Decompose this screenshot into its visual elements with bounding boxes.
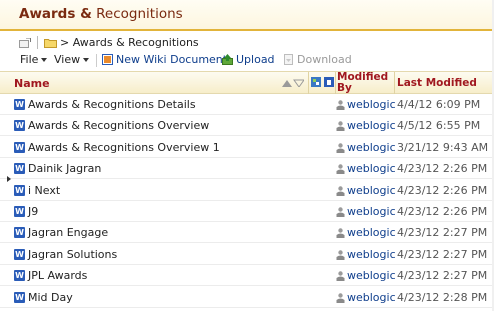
word-document-icon: W [14, 99, 25, 110]
upload-icon [222, 54, 233, 65]
download-button[interactable]: Download [283, 53, 352, 66]
toolbar: File View New Wiki Document Upload Downl… [0, 52, 494, 69]
folder-icon [44, 39, 57, 48]
column-divider [394, 72, 395, 94]
document-name-link[interactable]: Awards & Recognitions Overview [28, 119, 209, 132]
document-name-link[interactable]: Jagran Engage [28, 226, 108, 239]
chevron-down-icon [83, 58, 90, 62]
column-header-modified-by-line2: By [337, 82, 352, 94]
user-icon [336, 185, 345, 196]
breadcrumb-divider [37, 36, 38, 49]
new-wiki-document-label: New Wiki Document [116, 53, 228, 66]
user-icon [336, 292, 345, 303]
user-icon [336, 143, 345, 153]
file-menu[interactable]: File [20, 53, 48, 66]
view-menu-label: View [54, 53, 81, 66]
last-modified-date: 4/23/12 2:26 PM [397, 183, 488, 197]
modified-by-link[interactable]: weblogic [347, 141, 396, 154]
modified-by-link[interactable]: weblogic [347, 119, 396, 132]
upload-button[interactable]: Upload [222, 53, 275, 66]
column-header-name[interactable]: Name [14, 77, 50, 90]
toolbar-divider [96, 54, 97, 67]
table-row[interactable]: W Awards & Recognitions Overview weblogic 4… [0, 115, 494, 137]
table-row[interactable]: W JPL Awards weblogic 4/23/12 2:27 PM [0, 265, 494, 287]
user-icon [336, 250, 345, 260]
last-modified-date: 4/23/12 2:27 PM [397, 226, 488, 240]
table-row[interactable]: Wi Next weblogic 4/23/12 2:26 PM [0, 180, 494, 201]
last-modified-date: 4/23/12 2:26 PM [397, 205, 488, 218]
user-icon [336, 100, 345, 110]
word-document-icon: W [14, 184, 25, 196]
last-modified-date: 4/23/12 2:26 PM [397, 162, 488, 176]
sort-arrows-icon[interactable] [282, 79, 304, 87]
chevron-down-icon [41, 58, 48, 62]
modified-by-link[interactable]: weblogic [347, 248, 396, 261]
word-document-icon: W [14, 120, 25, 132]
user-icon [336, 271, 345, 282]
upload-label: Upload [236, 53, 275, 66]
word-document-icon: W [14, 141, 25, 153]
document-name-link[interactable]: Mid Day [28, 291, 73, 304]
modified-by-link[interactable]: weblogic [347, 291, 396, 304]
table-row[interactable]: W Jagran Engage weblogic 4/23/12 2:27 PM [0, 222, 494, 244]
column-header-last-modified[interactable]: Last Modified [397, 77, 477, 89]
page-title-rest: Recognitions [91, 6, 183, 22]
download-icon [284, 54, 293, 65]
word-document-icon: W [14, 248, 25, 260]
table-row[interactable]: W Jagran Solutions weblogic 4/23/12 2:27 PM [0, 244, 494, 265]
word-document-icon: W [14, 227, 25, 239]
table-header: Name Modified By Last Modified [0, 71, 494, 94]
file-menu-label: File [20, 53, 39, 66]
lock-status-icon [324, 77, 334, 87]
document-name-link[interactable]: Jagran Solutions [28, 248, 117, 261]
page-title-bar: Awards & Recognitions [0, 0, 494, 31]
last-modified-date: 4/5/12 6:55 PM [397, 119, 481, 133]
last-modified-date: 3/21/12 9:43 AM [397, 140, 489, 154]
modified-by-link[interactable]: weblogic [347, 98, 396, 111]
word-document-icon: W [14, 291, 25, 303]
document-name-link[interactable]: J9 [28, 205, 38, 218]
word-document-icon: W [14, 163, 25, 175]
breadcrumb: > Awards & Recognitions [0, 33, 494, 51]
word-document-icon: W [14, 206, 25, 217]
table-row[interactable]: W Mid Day weblogic 4/23/12 2:28 PM [0, 287, 494, 308]
modified-by-link[interactable]: weblogic [347, 184, 396, 197]
column-divider [335, 72, 336, 94]
back-folder-icon[interactable] [19, 38, 31, 48]
new-document-icon [102, 54, 113, 65]
user-icon [336, 121, 345, 132]
document-name-link[interactable]: JPL Awards [28, 269, 87, 282]
word-document-icon: W [14, 270, 25, 282]
column-header-modified-by[interactable]: Modified By [337, 72, 388, 94]
checkout-status-icon [311, 77, 321, 87]
user-icon [336, 164, 345, 175]
column-divider [308, 72, 309, 94]
user-icon [336, 207, 345, 217]
modified-by-link[interactable]: weblogic [347, 226, 396, 239]
table-row[interactable]: W J9 weblogic 4/23/12 2:26 PM [0, 201, 494, 222]
last-modified-date: 4/4/12 6:09 PM [397, 98, 481, 111]
expand-handle-icon[interactable] [7, 176, 11, 182]
new-wiki-document-button[interactable]: New Wiki Document [102, 53, 227, 66]
table-row[interactable]: W Dainik Jagran weblogic 4/23/12 2:26 PM [0, 158, 494, 180]
page-title-bold: Awards & [19, 6, 92, 22]
download-label: Download [297, 53, 352, 66]
user-icon [336, 228, 345, 239]
table-row[interactable]: W Awards & Recognitions Details weblogic 4/… [0, 94, 494, 115]
modified-by-link[interactable]: weblogic [347, 269, 396, 282]
document-name-link[interactable]: i Next [28, 184, 60, 197]
table-row[interactable]: W Awards & Recognitions Overview 1 weblogi… [0, 137, 494, 158]
last-modified-date: 4/23/12 2:28 PM [397, 290, 488, 304]
document-name-link[interactable]: Awards & Recognitions Overview 1 [28, 141, 220, 154]
document-name-link[interactable]: Awards & Recognitions Details [28, 98, 196, 111]
page-title: Awards & Recognitions [19, 6, 183, 22]
modified-by-link[interactable]: weblogic [347, 162, 396, 175]
view-menu[interactable]: View [54, 53, 90, 66]
breadcrumb-current[interactable]: > Awards & Recognitions [60, 36, 199, 49]
modified-by-link[interactable]: weblogic [347, 205, 396, 218]
last-modified-date: 4/23/12 2:27 PM [397, 269, 488, 283]
document-name-link[interactable]: Dainik Jagran [28, 162, 101, 175]
last-modified-date: 4/23/12 2:27 PM [397, 247, 488, 261]
